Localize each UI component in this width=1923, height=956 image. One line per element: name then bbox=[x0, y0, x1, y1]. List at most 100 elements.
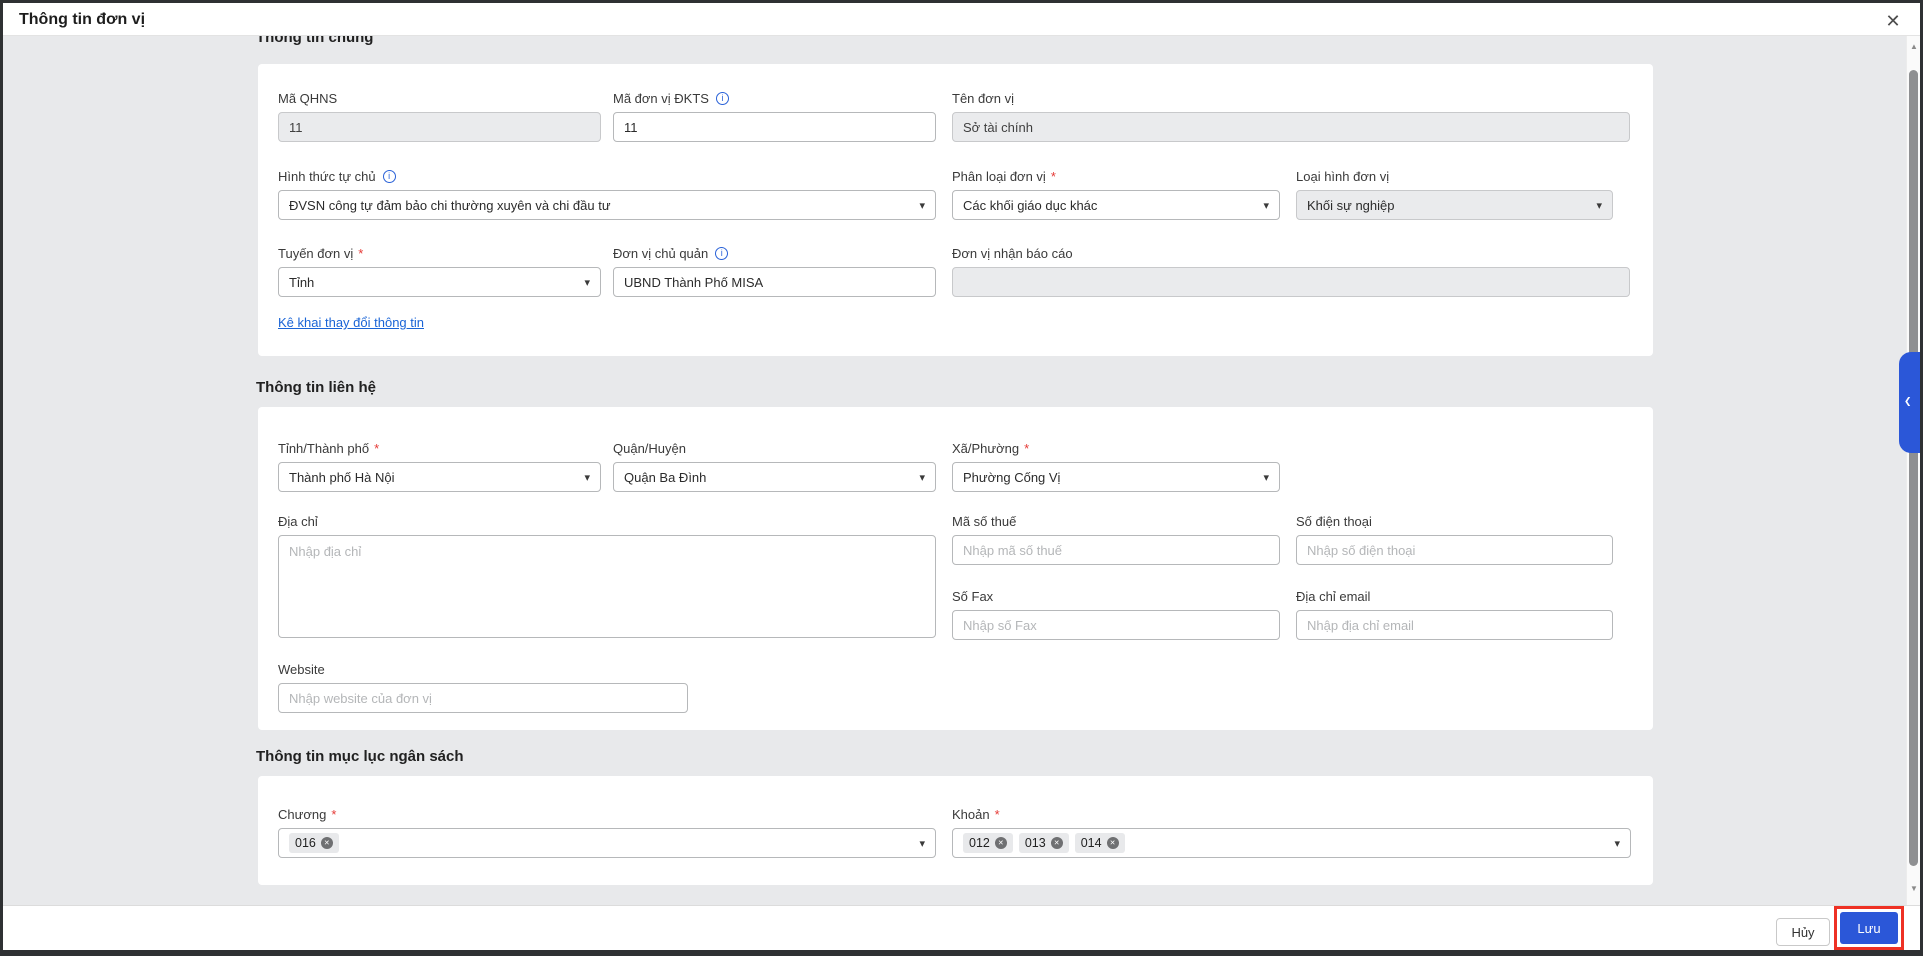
vertical-scrollbar[interactable]: ▲ ▼ bbox=[1906, 36, 1920, 905]
label-text: Tỉnh/Thành phố bbox=[278, 441, 369, 456]
label-text: Loại hình đơn vị bbox=[1296, 169, 1389, 184]
chevron-down-icon: ▾ bbox=[919, 199, 925, 212]
field-tuyen-don-vi: Tuyến đơn vị * Tỉnh▾ bbox=[278, 245, 601, 297]
close-icon[interactable]: ✕ bbox=[1881, 9, 1905, 33]
chip-remove-icon[interactable]: ✕ bbox=[1107, 837, 1119, 849]
tinh-thanh-pho-label: Tỉnh/Thành phố * bbox=[278, 440, 601, 456]
chevron-down-icon: ▾ bbox=[1263, 471, 1269, 484]
phan-loai-don-vi-select[interactable]: Các khối giáo dục khác▾ bbox=[952, 190, 1280, 220]
field-ma-qhns: Mã QHNS bbox=[278, 90, 601, 142]
hinh-thuc-tu-chu-label: Hình thức tự chủ i bbox=[278, 168, 936, 184]
label-text: Hình thức tự chủ bbox=[278, 169, 376, 184]
chip-label: 014 bbox=[1081, 836, 1102, 850]
section-header-budget: Thông tin mục lục ngân sách bbox=[256, 748, 464, 765]
label-text: Số điện thoại bbox=[1296, 514, 1372, 529]
so-dien-thoai-input[interactable] bbox=[1296, 535, 1613, 565]
modal-footer: Hủy bbox=[3, 905, 1920, 950]
ma-qhns-input bbox=[278, 112, 601, 142]
ten-don-vi-input bbox=[952, 112, 1630, 142]
quan-huyen-select[interactable]: Quận Ba Đình▾ bbox=[613, 462, 936, 492]
xa-phuong-label: Xã/Phường* bbox=[952, 440, 1280, 456]
contact-info-card: Tỉnh/Thành phố * Thành phố Hà Nội▾ Quận/H… bbox=[258, 407, 1653, 730]
required-marker: * bbox=[331, 807, 336, 822]
so-fax-input[interactable] bbox=[952, 610, 1280, 640]
khoan-label: Khoản* bbox=[952, 806, 1631, 822]
khoan-chips: 012✕013✕014✕ bbox=[963, 833, 1606, 853]
ma-qhns-label: Mã QHNS bbox=[278, 90, 601, 106]
chip-remove-icon[interactable]: ✕ bbox=[321, 837, 333, 849]
select-value: Các khối giáo dục khác bbox=[963, 198, 1255, 213]
loai-hinh-don-vi-select: Khối sự nghiệp▾ bbox=[1296, 190, 1613, 220]
label-text: Phân loại đơn vị bbox=[952, 169, 1046, 184]
don-vi-nhan-bao-cao-input bbox=[952, 267, 1630, 297]
declare-change-link[interactable]: Kê khai thay đổi thông tin bbox=[278, 315, 424, 330]
chip-remove-icon[interactable]: ✕ bbox=[995, 837, 1007, 849]
chevron-down-icon: ▾ bbox=[1614, 837, 1620, 850]
required-marker: * bbox=[1051, 169, 1056, 184]
label-text: Mã QHNS bbox=[278, 91, 337, 106]
field-dia-chi: Địa chỉ bbox=[278, 513, 936, 643]
field-don-vi-chu-quan: Đơn vị chủ quản i bbox=[613, 245, 936, 297]
dia-chi-label: Địa chỉ bbox=[278, 513, 936, 529]
info-icon[interactable]: i bbox=[715, 247, 728, 260]
chip: 013 ✕ bbox=[1019, 833, 1069, 853]
label-text: Địa chỉ bbox=[278, 514, 318, 529]
chevron-down-icon: ▾ bbox=[584, 276, 590, 289]
chevron-down-icon: ▾ bbox=[919, 471, 925, 484]
field-ten-don-vi: Tên đơn vị bbox=[952, 90, 1630, 142]
field-so-fax: Số Fax bbox=[952, 588, 1280, 640]
chip-label: 016 bbox=[295, 836, 316, 850]
ma-so-thue-input[interactable] bbox=[952, 535, 1280, 565]
scroll-up-icon[interactable]: ▲ bbox=[1907, 42, 1921, 51]
don-vi-chu-quan-input[interactable] bbox=[613, 267, 936, 297]
khoan-multiselect[interactable]: 012✕013✕014✕▾ bbox=[952, 828, 1631, 858]
dia-chi-textarea[interactable] bbox=[278, 535, 936, 638]
scroll-down-icon[interactable]: ▼ bbox=[1907, 884, 1921, 893]
general-info-card: Mã QHNS Mã đơn vị ĐKTS i Tên đơn vị Hình … bbox=[258, 64, 1653, 356]
side-panel-toggle[interactable]: ❮ bbox=[1899, 352, 1923, 453]
field-quan-huyen: Quận/Huyện Quận Ba Đình▾ bbox=[613, 440, 936, 492]
ma-dkts-label: Mã đơn vị ĐKTS i bbox=[613, 90, 936, 106]
info-icon[interactable]: i bbox=[716, 92, 729, 105]
so-dien-thoai-label: Số điện thoại bbox=[1296, 513, 1613, 529]
dia-chi-email-input[interactable] bbox=[1296, 610, 1613, 640]
chevron-down-icon: ▾ bbox=[1596, 199, 1602, 212]
chevron-left-icon: ❮ bbox=[1904, 396, 1912, 407]
field-loai-hinh-don-vi: Loại hình đơn vị Khối sự nghiệp▾ bbox=[1296, 168, 1613, 220]
dia-chi-email-label: Địa chỉ email bbox=[1296, 588, 1613, 604]
label-text: Website bbox=[278, 662, 325, 677]
info-icon[interactable]: i bbox=[383, 170, 396, 183]
hinh-thuc-tu-chu-select[interactable]: ĐVSN công tự đảm bảo chi thường xuyên và… bbox=[278, 190, 936, 220]
chip-label: 013 bbox=[1025, 836, 1046, 850]
required-marker: * bbox=[358, 246, 363, 261]
chuong-multiselect[interactable]: 016✕▾ bbox=[278, 828, 936, 858]
tinh-thanh-pho-select[interactable]: Thành phố Hà Nội▾ bbox=[278, 462, 601, 492]
modal-title-bar: Thông tin đơn vị ✕ bbox=[3, 3, 1920, 36]
field-chuong: Chương* 016✕▾ bbox=[278, 806, 936, 858]
label-text: Đơn vị chủ quản bbox=[613, 246, 708, 261]
field-ma-dkts: Mã đơn vị ĐKTS i bbox=[613, 90, 936, 142]
quan-huyen-label: Quận/Huyện bbox=[613, 440, 936, 456]
don-vi-nhan-bao-cao-label: Đơn vị nhận báo cáo bbox=[952, 245, 1630, 261]
label-text: Tuyến đơn vị bbox=[278, 246, 353, 261]
scrollbar-thumb[interactable] bbox=[1909, 70, 1918, 866]
required-marker: * bbox=[374, 441, 379, 456]
xa-phuong-select[interactable]: Phường Cống Vị▾ bbox=[952, 462, 1280, 492]
label-text: Mã đơn vị ĐKTS bbox=[613, 91, 709, 106]
chip-remove-icon[interactable]: ✕ bbox=[1051, 837, 1063, 849]
tuyen-don-vi-label: Tuyến đơn vị * bbox=[278, 245, 601, 261]
save-button[interactable]: Lưu bbox=[1840, 912, 1898, 944]
field-dia-chi-email: Địa chỉ email bbox=[1296, 588, 1613, 640]
field-phan-loai-don-vi: Phân loại đơn vị * Các khối giáo dục khác… bbox=[952, 168, 1280, 220]
tuyen-don-vi-select[interactable]: Tỉnh▾ bbox=[278, 267, 601, 297]
field-so-dien-thoai: Số điện thoại bbox=[1296, 513, 1613, 565]
cancel-button[interactable]: Hủy bbox=[1776, 918, 1830, 946]
select-value: ĐVSN công tự đảm bảo chi thường xuyên và… bbox=[289, 198, 911, 213]
modal-title: Thông tin đơn vị bbox=[19, 11, 145, 29]
ma-dkts-input[interactable] bbox=[613, 112, 936, 142]
website-input[interactable] bbox=[278, 683, 688, 713]
annotation-highlight-box: Lưu bbox=[1834, 906, 1904, 950]
field-xa-phuong: Xã/Phường* Phường Cống Vị▾ bbox=[952, 440, 1280, 492]
chip: 016 ✕ bbox=[289, 833, 339, 853]
label-text: Tên đơn vị bbox=[952, 91, 1014, 106]
